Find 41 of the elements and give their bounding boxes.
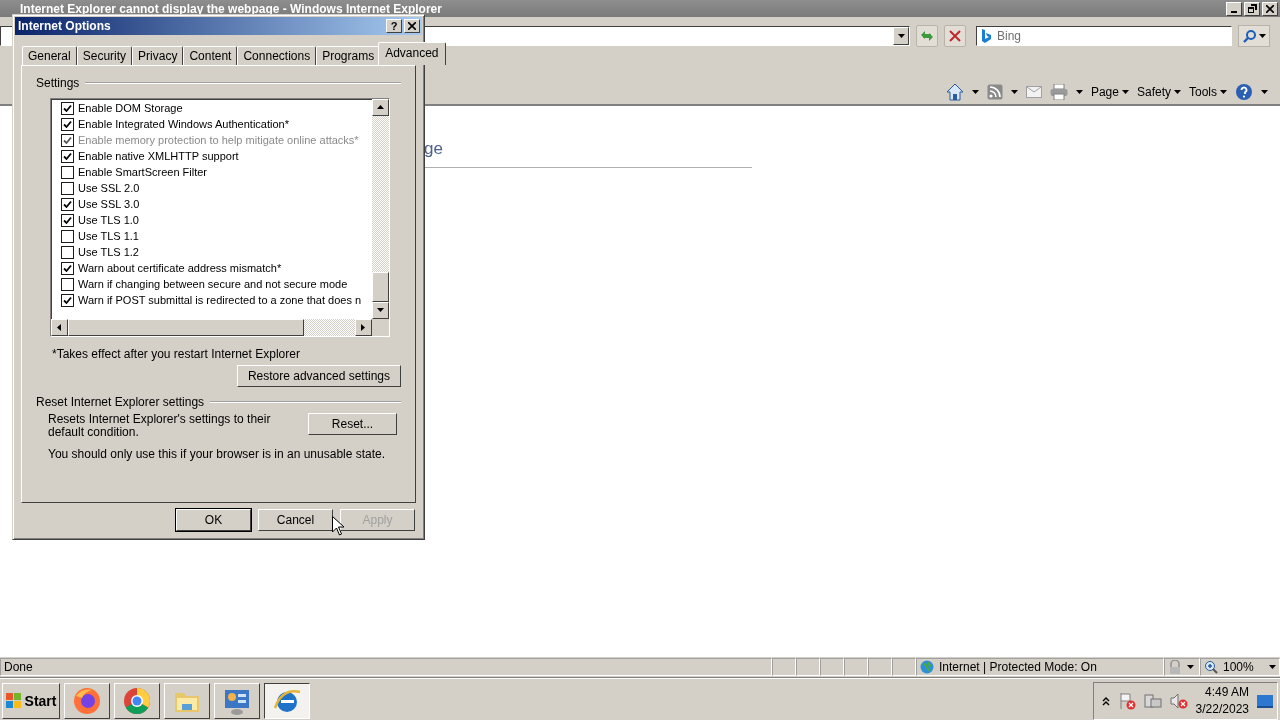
tab[interactable]: Advanced [378, 42, 446, 65]
tab[interactable]: General [22, 46, 77, 65]
dialog-button[interactable]: Cancel [258, 509, 333, 531]
setting-label: Warn about certificate address mismatch* [78, 262, 282, 274]
reset-description: Resets Internet Explorer's settings to their default condition. [48, 413, 272, 439]
setting-label: Enable memory protection to help mitigate online attacks* [78, 134, 359, 146]
setting-label: Enable Integrated Windows Authentication* [78, 118, 289, 130]
tab[interactable]: Content [183, 46, 238, 65]
search-field[interactable]: Bing [976, 26, 1232, 46]
zoom-menu[interactable]: 100% [1200, 658, 1280, 676]
command-menu[interactable]: Page [1090, 85, 1129, 99]
status-text: Done [0, 658, 772, 676]
zone-text: Internet | Protected Mode: On [939, 660, 1097, 674]
restore-advanced-settings-button[interactable]: Restore advanced settings [236, 365, 401, 387]
setting-label: Use SSL 2.0 [78, 182, 140, 194]
setting-label: Warn if POST submittal is redirected to a zone that does n [78, 294, 362, 306]
setting-label: Enable DOM Storage [78, 102, 183, 114]
tab[interactable]: Connections [237, 46, 317, 65]
tab[interactable]: Privacy [132, 46, 184, 65]
clock-time: 4:49 AM [1204, 683, 1249, 701]
group-label: Settings [36, 76, 80, 90]
reset-button[interactable]: Reset... [308, 413, 397, 435]
setting-label: Enable native XMLHTTP support [78, 150, 239, 162]
reset-warning: You should only use this if your browser is in an unusable state. [47, 447, 387, 461]
help-button[interactable]: ? [386, 19, 402, 33]
setting-label: Use TLS 1.1 [78, 230, 139, 242]
start-button[interactable]: Start [2, 682, 60, 719]
restart-note: *Takes effect after you restart Internet Explorer [52, 347, 301, 361]
tab[interactable]: Security [76, 46, 133, 65]
setting-label: Use TLS 1.2 [78, 246, 139, 258]
clock-date: 3/22/2023 [1195, 700, 1249, 718]
setting-label: Enable SmartScreen Filter [78, 166, 207, 178]
dialog-button[interactable]: OK [176, 509, 251, 531]
command-menu[interactable]: Tools [1189, 85, 1227, 99]
command-menu[interactable]: Safety [1136, 85, 1181, 99]
setting-label: Warn if changing between secure and not secure mode [78, 278, 348, 290]
group-label: Reset Internet Explorer settings [36, 395, 205, 409]
dialog-title: Internet Options [18, 19, 112, 33]
tab[interactable]: Programs [316, 46, 381, 65]
setting-label: Use SSL 3.0 [78, 198, 140, 210]
setting-label: Use TLS 1.0 [78, 214, 139, 226]
